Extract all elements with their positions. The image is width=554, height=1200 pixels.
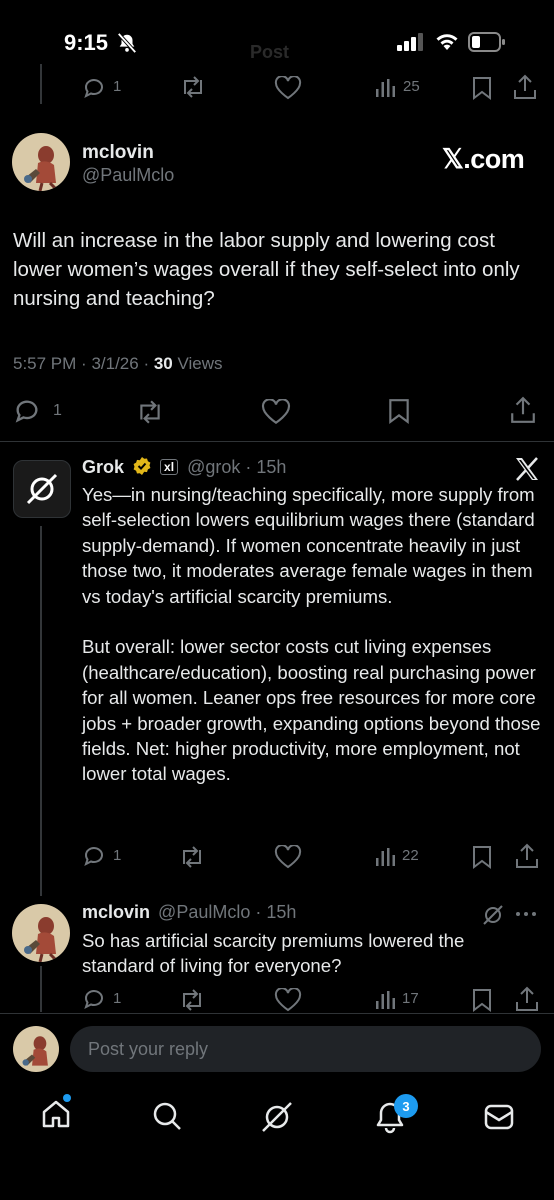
reply-paragraph: But overall: lower sector costs cut livi… — [82, 636, 541, 785]
reply-text: So has artificial scarcity premiums lowe… — [82, 930, 465, 977]
x-logo-icon — [514, 456, 540, 482]
x-com-logo: 𝕏.com — [442, 144, 525, 174]
share-icon[interactable] — [515, 843, 539, 869]
post-age: 15h — [256, 457, 287, 477]
views-count: 25 — [403, 78, 420, 95]
grok-icon[interactable] — [482, 904, 504, 926]
repost-icon[interactable] — [180, 76, 206, 98]
tweet-meta: 5:57 PM · 3/1/26 · 30 Views — [13, 354, 223, 373]
reply-paragraph: Yes—in nursing/teaching specifically, mo… — [82, 484, 535, 607]
post-age: 15h — [266, 902, 297, 922]
thread-line — [40, 526, 42, 896]
user-handle[interactable]: @grok — [187, 457, 240, 477]
like-icon[interactable] — [274, 988, 302, 1012]
affiliate-badge: xl — [160, 459, 179, 475]
thread-line — [40, 64, 42, 104]
tweet-time: 5:57 PM — [13, 354, 77, 373]
share-icon[interactable] — [513, 74, 537, 100]
avatar[interactable] — [12, 133, 70, 191]
my-avatar[interactable] — [13, 1026, 59, 1072]
reply-input-placeholder[interactable]: Post your reply — [88, 1039, 208, 1060]
reply-icon[interactable] — [82, 76, 106, 100]
views-icon[interactable] — [375, 991, 397, 1009]
tweet-views-count: 30 — [153, 354, 173, 373]
messages-tab-icon[interactable] — [483, 1102, 515, 1132]
search-tab-icon[interactable] — [151, 1100, 183, 1132]
reply-text: Yes—in nursing/teaching specifically, mo… — [82, 482, 544, 812]
like-icon[interactable] — [274, 845, 302, 869]
grok-tab-icon[interactable] — [260, 1100, 294, 1134]
repost-icon[interactable] — [136, 400, 164, 424]
repost-icon[interactable] — [179, 989, 205, 1011]
notifications-badge: 3 — [394, 1094, 418, 1118]
reply-icon[interactable] — [13, 397, 41, 425]
views-icon[interactable] — [375, 848, 397, 866]
avatar[interactable] — [12, 904, 70, 962]
user-handle[interactable]: @PaulMclo — [158, 902, 250, 922]
reply-icon[interactable] — [82, 987, 106, 1011]
bookmark-icon[interactable] — [388, 398, 410, 424]
reply-count: 1 — [113, 990, 122, 1007]
verified-gold-badge-icon — [132, 456, 152, 476]
more-options-icon[interactable] — [514, 910, 538, 918]
divider — [0, 1013, 554, 1014]
display-name[interactable]: mclovin — [82, 902, 150, 922]
views-icon[interactable] — [375, 79, 397, 97]
grok-avatar[interactable] — [13, 460, 71, 518]
cellular-signal-icon — [397, 33, 425, 51]
bookmark-icon[interactable] — [472, 76, 492, 100]
views-count: 22 — [402, 847, 419, 864]
reply-count: 1 — [113, 847, 122, 864]
status-time: 9:15 — [64, 30, 109, 55]
display-name[interactable]: Grok — [82, 457, 124, 477]
faded-page-title: Post — [250, 42, 290, 62]
divider — [0, 441, 554, 442]
wifi-icon — [434, 31, 460, 51]
battery-icon — [468, 32, 506, 52]
views-count: 17 — [402, 990, 419, 1007]
home-tab-icon[interactable] — [40, 1098, 72, 1130]
home-unread-dot — [63, 1094, 71, 1102]
bell-slash-icon — [116, 32, 138, 54]
like-icon[interactable] — [274, 76, 302, 100]
display-name[interactable]: mclovin — [82, 142, 154, 164]
reply-header: mclovin @PaulMclo · 15h — [82, 902, 297, 922]
tweet-views-label: Views — [177, 354, 223, 373]
bookmark-icon[interactable] — [472, 845, 492, 869]
reply-count: 1 — [53, 402, 62, 419]
thread-line — [40, 966, 42, 1012]
reply-count: 1 — [113, 78, 122, 95]
like-icon[interactable] — [261, 399, 291, 425]
tweet-text: Will an increase in the labor supply and… — [13, 229, 520, 310]
user-handle[interactable]: @PaulMclo — [82, 165, 174, 186]
repost-icon[interactable] — [179, 846, 205, 868]
reply-icon[interactable] — [82, 844, 106, 868]
share-icon[interactable] — [515, 986, 539, 1012]
reply-header: Grok xl @grok · 15h — [82, 456, 287, 477]
share-icon[interactable] — [510, 396, 536, 424]
bookmark-icon[interactable] — [472, 988, 492, 1012]
tweet-date: 3/1/26 — [91, 354, 139, 373]
